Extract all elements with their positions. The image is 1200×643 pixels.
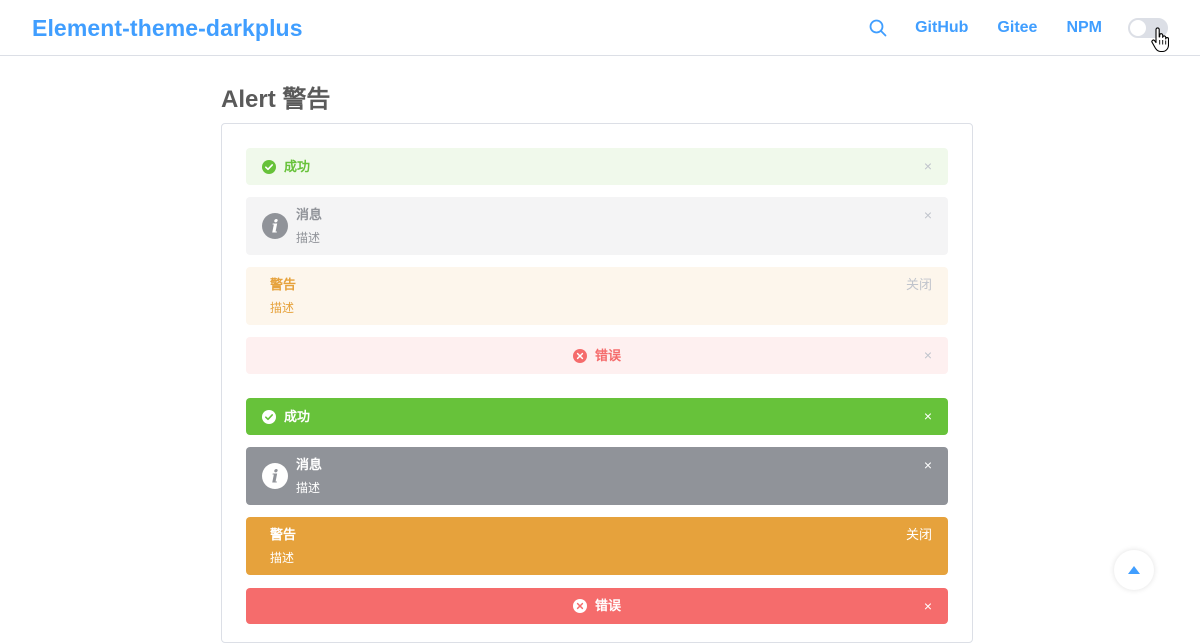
alert-title: 成功 — [284, 158, 311, 174]
alert-title: 消息 — [296, 206, 323, 222]
alert-content: 警告 描述 — [270, 276, 296, 317]
alert-description: 描述 — [296, 480, 321, 495]
circle-close-icon — [572, 599, 587, 613]
alert-dark-warning: 警告 描述 关闭 — [246, 517, 948, 575]
alert-content: 消息 描述 — [296, 456, 322, 497]
alert-close-button[interactable]: 关闭 — [906, 277, 932, 293]
alert-title: 消息 — [296, 456, 323, 472]
alert-title: 错误 — [594, 598, 621, 613]
alert-content: 错误 — [595, 597, 621, 615]
nav-link-gitee[interactable]: Gitee — [997, 19, 1037, 37]
alert-dark-success: 成功 × — [246, 398, 948, 435]
alert-light-warning: 警告 描述 关闭 — [246, 267, 948, 325]
search-icon[interactable] — [867, 17, 889, 39]
info-icon: i — [262, 463, 288, 489]
demo-card: 成功 × i 消息 描述 × 警告 描述 关闭 错误 × 成功 × i 消息 描… — [221, 123, 973, 643]
dark-mode-toggle[interactable] — [1128, 18, 1168, 38]
alert-description: 描述 — [270, 300, 295, 315]
alert-close-button[interactable]: × — [924, 158, 932, 174]
alert-close-button[interactable]: × — [924, 598, 932, 614]
alert-dark-info: i 消息 描述 × — [246, 447, 948, 505]
toggle-knob — [1130, 20, 1146, 36]
top-nav: GitHub Gitee NPM — [867, 0, 1168, 56]
alert-description: 描述 — [270, 550, 295, 565]
alert-close-button[interactable]: × — [924, 457, 932, 473]
alert-title: 成功 — [284, 408, 311, 424]
alert-content: 成功 — [284, 408, 310, 426]
alert-description: 描述 — [296, 230, 321, 245]
page-title: Alert 警告 — [221, 86, 331, 113]
svg-text:i: i — [272, 467, 279, 488]
circle-close-icon — [572, 348, 587, 363]
alert-title: 警告 — [270, 276, 297, 292]
caret-top-icon — [1128, 566, 1140, 574]
alert-light-error: 错误 × — [246, 337, 948, 374]
circle-check-icon — [262, 159, 276, 174]
alert-close-button[interactable]: 关闭 — [906, 527, 932, 543]
site-logo[interactable]: Element-theme-darkplus — [32, 15, 303, 42]
nav-link-npm[interactable]: NPM — [1066, 19, 1102, 37]
svg-text:i: i — [272, 217, 279, 238]
nav-link-github[interactable]: GitHub — [915, 19, 968, 37]
alert-content: 成功 — [284, 158, 310, 176]
alert-light-info: i 消息 描述 × — [246, 197, 948, 255]
alert-close-button[interactable]: × — [924, 207, 932, 223]
alert-content: 警告 描述 — [270, 526, 296, 567]
alert-content: 错误 — [595, 347, 621, 365]
back-to-top-button[interactable] — [1114, 550, 1154, 590]
alert-close-button[interactable]: × — [924, 408, 932, 424]
alert-close-button[interactable]: × — [924, 347, 932, 363]
alert-title: 警告 — [270, 526, 297, 542]
circle-check-icon — [262, 409, 276, 424]
alert-content: 消息 描述 — [296, 206, 322, 247]
info-icon: i — [262, 213, 288, 239]
alert-light-success: 成功 × — [246, 148, 948, 185]
alert-dark-error: 错误 × — [246, 588, 948, 624]
top-header: Element-theme-darkplus GitHub Gitee NPM — [0, 0, 1200, 56]
alert-title: 错误 — [594, 347, 621, 363]
